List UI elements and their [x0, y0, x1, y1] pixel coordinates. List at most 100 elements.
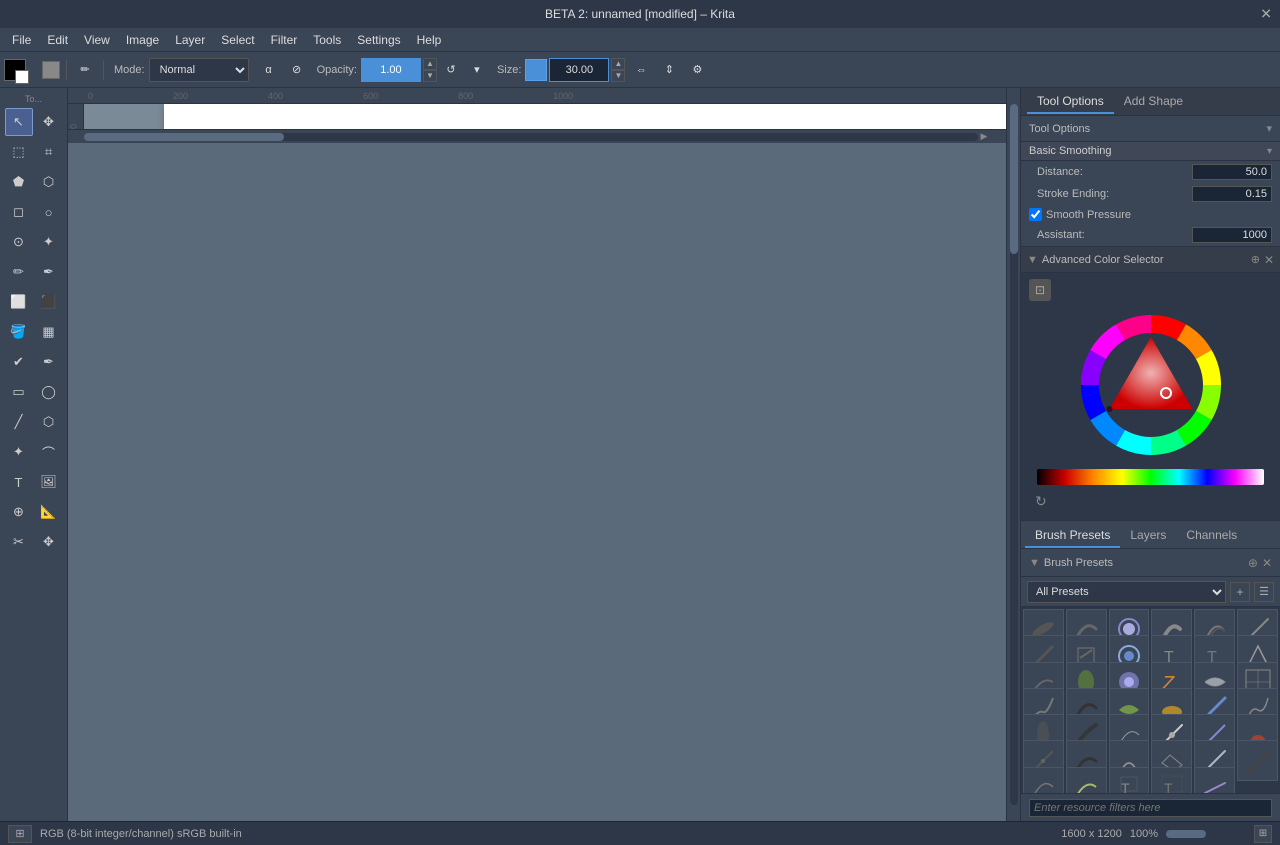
menu-settings[interactable]: Settings	[349, 31, 408, 49]
eraser[interactable]: ⬜	[5, 288, 33, 316]
v-scroll-thumb[interactable]	[1010, 104, 1018, 254]
menu-select[interactable]: Select	[213, 31, 262, 49]
menu-image[interactable]: Image	[118, 31, 167, 49]
tab-add-shape[interactable]: Add Shape	[1114, 90, 1193, 114]
shape-select[interactable]: ◻	[5, 198, 33, 226]
opacity-dropdown[interactable]: ▾	[465, 58, 489, 82]
mirror-v[interactable]: ⇕	[657, 58, 681, 82]
smart-patch[interactable]: ⬛	[35, 288, 63, 316]
color-sampler[interactable]: ✔	[5, 348, 33, 376]
measure-tool[interactable]: ⌗	[35, 138, 63, 166]
color-picker[interactable]: ✒	[35, 348, 63, 376]
opacity-up[interactable]: ▲	[423, 58, 437, 70]
assistant-tool[interactable]: 📐	[35, 498, 63, 526]
color-refresh-btn[interactable]: ↻	[1029, 491, 1053, 512]
gradient-tool[interactable]: ▦	[35, 318, 63, 346]
bp-add-btn[interactable]: +	[1230, 582, 1250, 602]
zoom-slider[interactable]	[1166, 830, 1246, 838]
size-input[interactable]: 30.00	[549, 58, 609, 82]
brush-item-38[interactable]	[1066, 767, 1107, 793]
menu-file[interactable]: File	[4, 31, 39, 49]
transform-tool[interactable]: ⬚	[5, 138, 33, 166]
preserve-alpha-btn[interactable]: α	[257, 58, 281, 82]
bp-collapse[interactable]: ▼	[1029, 557, 1040, 569]
brush-item-36[interactable]	[1237, 740, 1278, 781]
color-mode-toggle[interactable]	[42, 61, 60, 79]
menu-tools[interactable]: Tools	[305, 31, 349, 49]
h-scroll-track[interactable]	[84, 133, 978, 141]
bp-pin[interactable]: ⊕	[1248, 556, 1258, 570]
menu-view[interactable]: View	[76, 31, 118, 49]
menu-layer[interactable]: Layer	[167, 31, 213, 49]
pan-tool[interactable]: ✥	[35, 108, 63, 136]
canvas-inner[interactable]: 0 200 400 600 800 1000 0	[68, 88, 1006, 821]
toolbar-paint-tool[interactable]: ✏	[73, 58, 97, 82]
tab-tool-options[interactable]: Tool Options	[1027, 90, 1114, 114]
smooth-pressure-checkbox[interactable]	[1029, 208, 1042, 221]
distance-input[interactable]: 50.0	[1192, 164, 1272, 180]
brush-paint[interactable]: ✏	[5, 258, 33, 286]
poly-shape[interactable]: ⬡	[35, 408, 63, 436]
move-tool-2[interactable]: ✥	[35, 528, 63, 556]
ellipse-select[interactable]: ○	[35, 198, 63, 226]
rectangle-shape[interactable]: ▭	[5, 378, 33, 406]
menu-filter[interactable]: Filter	[263, 31, 306, 49]
white-canvas[interactable]: Krita Digital Painting. Creative Freedom…	[164, 104, 1006, 129]
color-gradient-bar[interactable]	[1037, 469, 1264, 485]
path-shape[interactable]: ⌒	[35, 438, 63, 466]
color-palette-btn[interactable]: ⊡	[1029, 279, 1051, 301]
line-shape[interactable]: ╱	[5, 408, 33, 436]
mode-select[interactable]: Normal Multiply Screen Overlay	[149, 58, 249, 82]
brush-item-41[interactable]	[1194, 767, 1235, 793]
adv-color-collapse[interactable]: ▼	[1027, 254, 1038, 266]
color-wheel-container[interactable]	[1029, 305, 1272, 465]
brush-item-37[interactable]	[1023, 767, 1064, 793]
more-options[interactable]: ⚙	[685, 58, 709, 82]
contiguous-select[interactable]: ⬡	[35, 168, 63, 196]
brush-item-40[interactable]: T	[1151, 767, 1192, 793]
bp-close[interactable]: ✕	[1262, 556, 1272, 570]
lasso-select[interactable]: ⊙	[5, 228, 33, 256]
opacity-down[interactable]: ▼	[423, 70, 437, 82]
tool-options-collapse[interactable]: ▾	[1266, 122, 1272, 135]
ellipse-shape[interactable]: ◯	[35, 378, 63, 406]
menu-help[interactable]: Help	[409, 31, 450, 49]
v-scrollbar[interactable]	[1006, 88, 1020, 821]
bp-menu-btn[interactable]: ☰	[1254, 582, 1274, 602]
smoothing-collapse[interactable]: ▾	[1267, 146, 1272, 157]
color-wheel-svg[interactable]	[1071, 305, 1231, 465]
size-up[interactable]: ▲	[611, 58, 625, 70]
zoom-fit-btn[interactable]: ⊞	[1254, 825, 1272, 843]
opacity-input[interactable]: 1.00	[361, 58, 421, 82]
stroke-ending-input[interactable]: 0.15	[1192, 186, 1272, 202]
assistant-input[interactable]: 1000	[1192, 227, 1272, 243]
tab-layers[interactable]: Layers	[1120, 524, 1176, 548]
calligraphy[interactable]: ✒	[35, 258, 63, 286]
path-select[interactable]: ✦	[35, 228, 63, 256]
close-button[interactable]: ✕	[1260, 6, 1272, 23]
statusbar-icon[interactable]: ⊞	[8, 825, 32, 843]
menu-edit[interactable]: Edit	[39, 31, 76, 49]
zoom-slider-thumb[interactable]	[1166, 830, 1206, 838]
foreground-color[interactable]	[4, 59, 26, 81]
zoom-tool[interactable]: ⊕	[5, 498, 33, 526]
fill-tool[interactable]: 🪣	[5, 318, 33, 346]
tab-brush-presets[interactable]: Brush Presets	[1025, 524, 1120, 548]
brush-filter-select[interactable]: All Presets Favorites Ink Digital	[1027, 581, 1226, 603]
size-down[interactable]: ▼	[611, 70, 625, 82]
erase-btn[interactable]: ⊘	[285, 58, 309, 82]
adv-color-close[interactable]: ✕	[1264, 253, 1274, 267]
opacity-reset[interactable]: ↺	[439, 58, 463, 82]
cursor-tool[interactable]: ↖	[5, 108, 33, 136]
crop-tool-2[interactable]: ✂	[5, 528, 33, 556]
h-scrollbar[interactable]: ▶	[68, 129, 1006, 143]
adv-color-pin[interactable]: ⊕	[1251, 253, 1260, 266]
freehand-select[interactable]: ⬟	[5, 168, 33, 196]
text-tool[interactable]: T	[5, 468, 33, 496]
reference-images[interactable]: 🖼	[35, 468, 63, 496]
tab-channels[interactable]: Channels	[1176, 524, 1247, 548]
star-shape[interactable]: ✦	[5, 438, 33, 466]
canvas-viewport[interactable]: Krita Digital Painting. Creative Freedom…	[84, 104, 1006, 129]
h-scroll-thumb[interactable]	[84, 133, 284, 141]
v-scroll-track[interactable]	[1010, 104, 1018, 805]
